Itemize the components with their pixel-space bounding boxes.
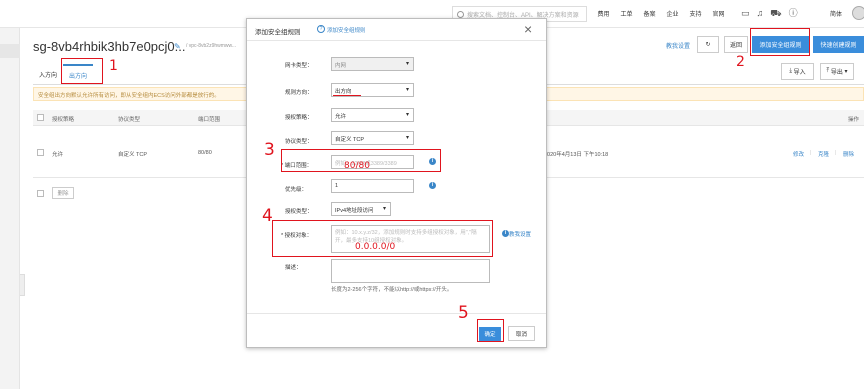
annotation-box-confirm [477,319,504,342]
auth-type-select[interactable]: IPv4地址段访问 ▾ [331,202,391,216]
row-delete-link[interactable]: 删除 [843,150,854,158]
refresh-button[interactable]: ↻ [697,36,719,53]
dialog-title: 添加安全组规则 [255,29,301,36]
close-icon[interactable]: × [524,21,532,37]
teach-me-link[interactable]: 教我设置 [666,41,690,50]
select-all-checkbox[interactable] [37,114,44,121]
info-icon[interactable]: i [429,182,436,189]
priority-value: 1 [335,183,339,189]
terminal-icon[interactable]: ▭ [741,8,750,18]
annotation-step-1: 1 [109,58,118,74]
tab-inbound[interactable]: 入方向 [33,64,63,84]
column-actions: 操作 [848,117,860,123]
chevron-down-icon: ▾ [382,206,386,212]
quick-create-rule-button[interactable]: 快速创建规则 [813,36,864,53]
chevron-down-icon: ▾ [405,61,409,67]
protocol-label: 协议类型： [285,139,313,145]
priority-label: 优先级： [285,187,308,193]
nav-links: 费用 工单 备案 企业 支持 官网 [592,9,730,18]
chevron-down-icon: ▾ [405,87,409,93]
nav-link-fees[interactable]: 费用 [592,9,615,18]
help-icon[interactable]: ? [317,25,325,33]
cart-icon[interactable]: ⛟ [770,8,781,18]
import-icon: ⤓ [789,68,792,74]
annotation-step-5: 5 [458,303,469,323]
nav-icons: ▭ ♫ ⛟ ⓘ [741,8,798,18]
protocol-value: 自定义 TCP [335,137,365,143]
policy-select[interactable]: 允许 ▾ [331,108,414,122]
chevron-down-icon: ▾ [844,69,848,75]
policy-label: 授权策略： [285,115,313,121]
help-icon[interactable]: ⓘ [789,8,798,18]
nic-type-select: 内网 ▾ [331,57,414,71]
policy-value: 允许 [335,114,347,120]
column-port: 端口范围 [198,117,221,123]
chevron-down-icon: ▾ [405,135,409,141]
direction-label: 规则方向： [285,90,313,96]
chevron-down-icon: ▾ [405,112,409,118]
auth-type-value: IPv4地址段访问 [335,208,374,214]
row-protocol: 自定义 TCP [118,152,148,158]
row-clone-link[interactable]: 克隆 [818,150,829,158]
cancel-button[interactable]: 取消 [508,326,535,341]
nav-link-icp[interactable]: 备案 [638,9,661,18]
nav-link-support[interactable]: 支持 [684,9,707,18]
sidebar-collapse-handle[interactable] [20,274,25,296]
add-rule-dialog: 添加安全组规则 ? 添加安全组规则 × 网卡类型： 内网 ▾ 规则方向： 出方向… [246,18,547,348]
nav-link-tickets[interactable]: 工单 [615,9,638,18]
annotation-auth-object-value: 0.0.0.0/0 [355,242,396,252]
nic-type-value: 内网 [335,63,347,69]
row-action-separator: | [835,150,837,156]
nav-link-website[interactable]: 官网 [707,9,730,18]
import-label: 导入 [793,70,806,76]
description-hint: 长度为2-256个字符，不能以http://或https://开头。 [331,287,453,293]
left-sidebar [0,28,25,389]
auth-type-label: 授权类型： [285,209,313,215]
footer-select-all-checkbox[interactable] [37,190,44,197]
annotation-underline-direction [333,95,361,96]
row-port: 80/80 [198,150,212,156]
dialog-header: 添加安全组规则 ? 添加安全组规则 × [247,19,546,41]
avatar[interactable] [852,6,864,20]
protocol-select[interactable]: 自定义 TCP ▾ [331,131,414,145]
annotation-port-value: 80/80 [344,161,370,171]
export-label: 导出 [830,70,843,76]
column-policy: 授权策略 [52,117,75,123]
annotation-step-2: 2 [736,54,745,70]
bell-icon[interactable]: ♫ [757,8,764,18]
search-icon [457,11,464,18]
nav-link-enterprise[interactable]: 企业 [661,9,684,18]
page-title: sg-8vb4rhbik3hb7e0pcj0... [33,39,186,54]
row-checkbox[interactable] [37,149,44,156]
description-textarea[interactable] [331,259,490,283]
annotation-box-add-rule [750,28,810,56]
info-icon[interactable]: i [502,230,509,237]
batch-delete-button[interactable]: 删除 [52,187,74,199]
refresh-icon: ↻ [705,42,711,48]
row-policy: 允许 [52,152,64,158]
edit-icon[interactable]: ✎ [174,42,181,51]
annotation-step-3: 3 [264,140,275,160]
nic-type-label: 网卡类型： [285,63,313,69]
export-icon: ⤒ [826,68,830,74]
dialog-help-link[interactable]: 添加安全组规则 [327,26,366,34]
row-action-separator: | [810,150,812,156]
vpc-id-label[interactable]: / vpc-8vb2z9hwmww... [186,43,236,49]
back-button[interactable]: 返回 [724,36,748,53]
language-switch[interactable]: 简体 [830,9,842,18]
description-label: 描述： [285,265,302,271]
annotation-box-outbound-tab [61,58,103,84]
column-protocol: 协议类型 [118,117,141,123]
import-button[interactable]: ⤓ 导入 [781,63,814,80]
priority-input[interactable]: 1 [331,179,414,193]
auth-teach-me-link[interactable]: 教我设置 [509,230,531,238]
row-edit-link[interactable]: 修改 [793,150,804,158]
export-button[interactable]: ⤒ 导出 ▾ [820,63,854,80]
sidebar-selected-item[interactable] [0,44,20,58]
row-created-time: 2020年4月13日 下午10:18 [544,152,609,158]
